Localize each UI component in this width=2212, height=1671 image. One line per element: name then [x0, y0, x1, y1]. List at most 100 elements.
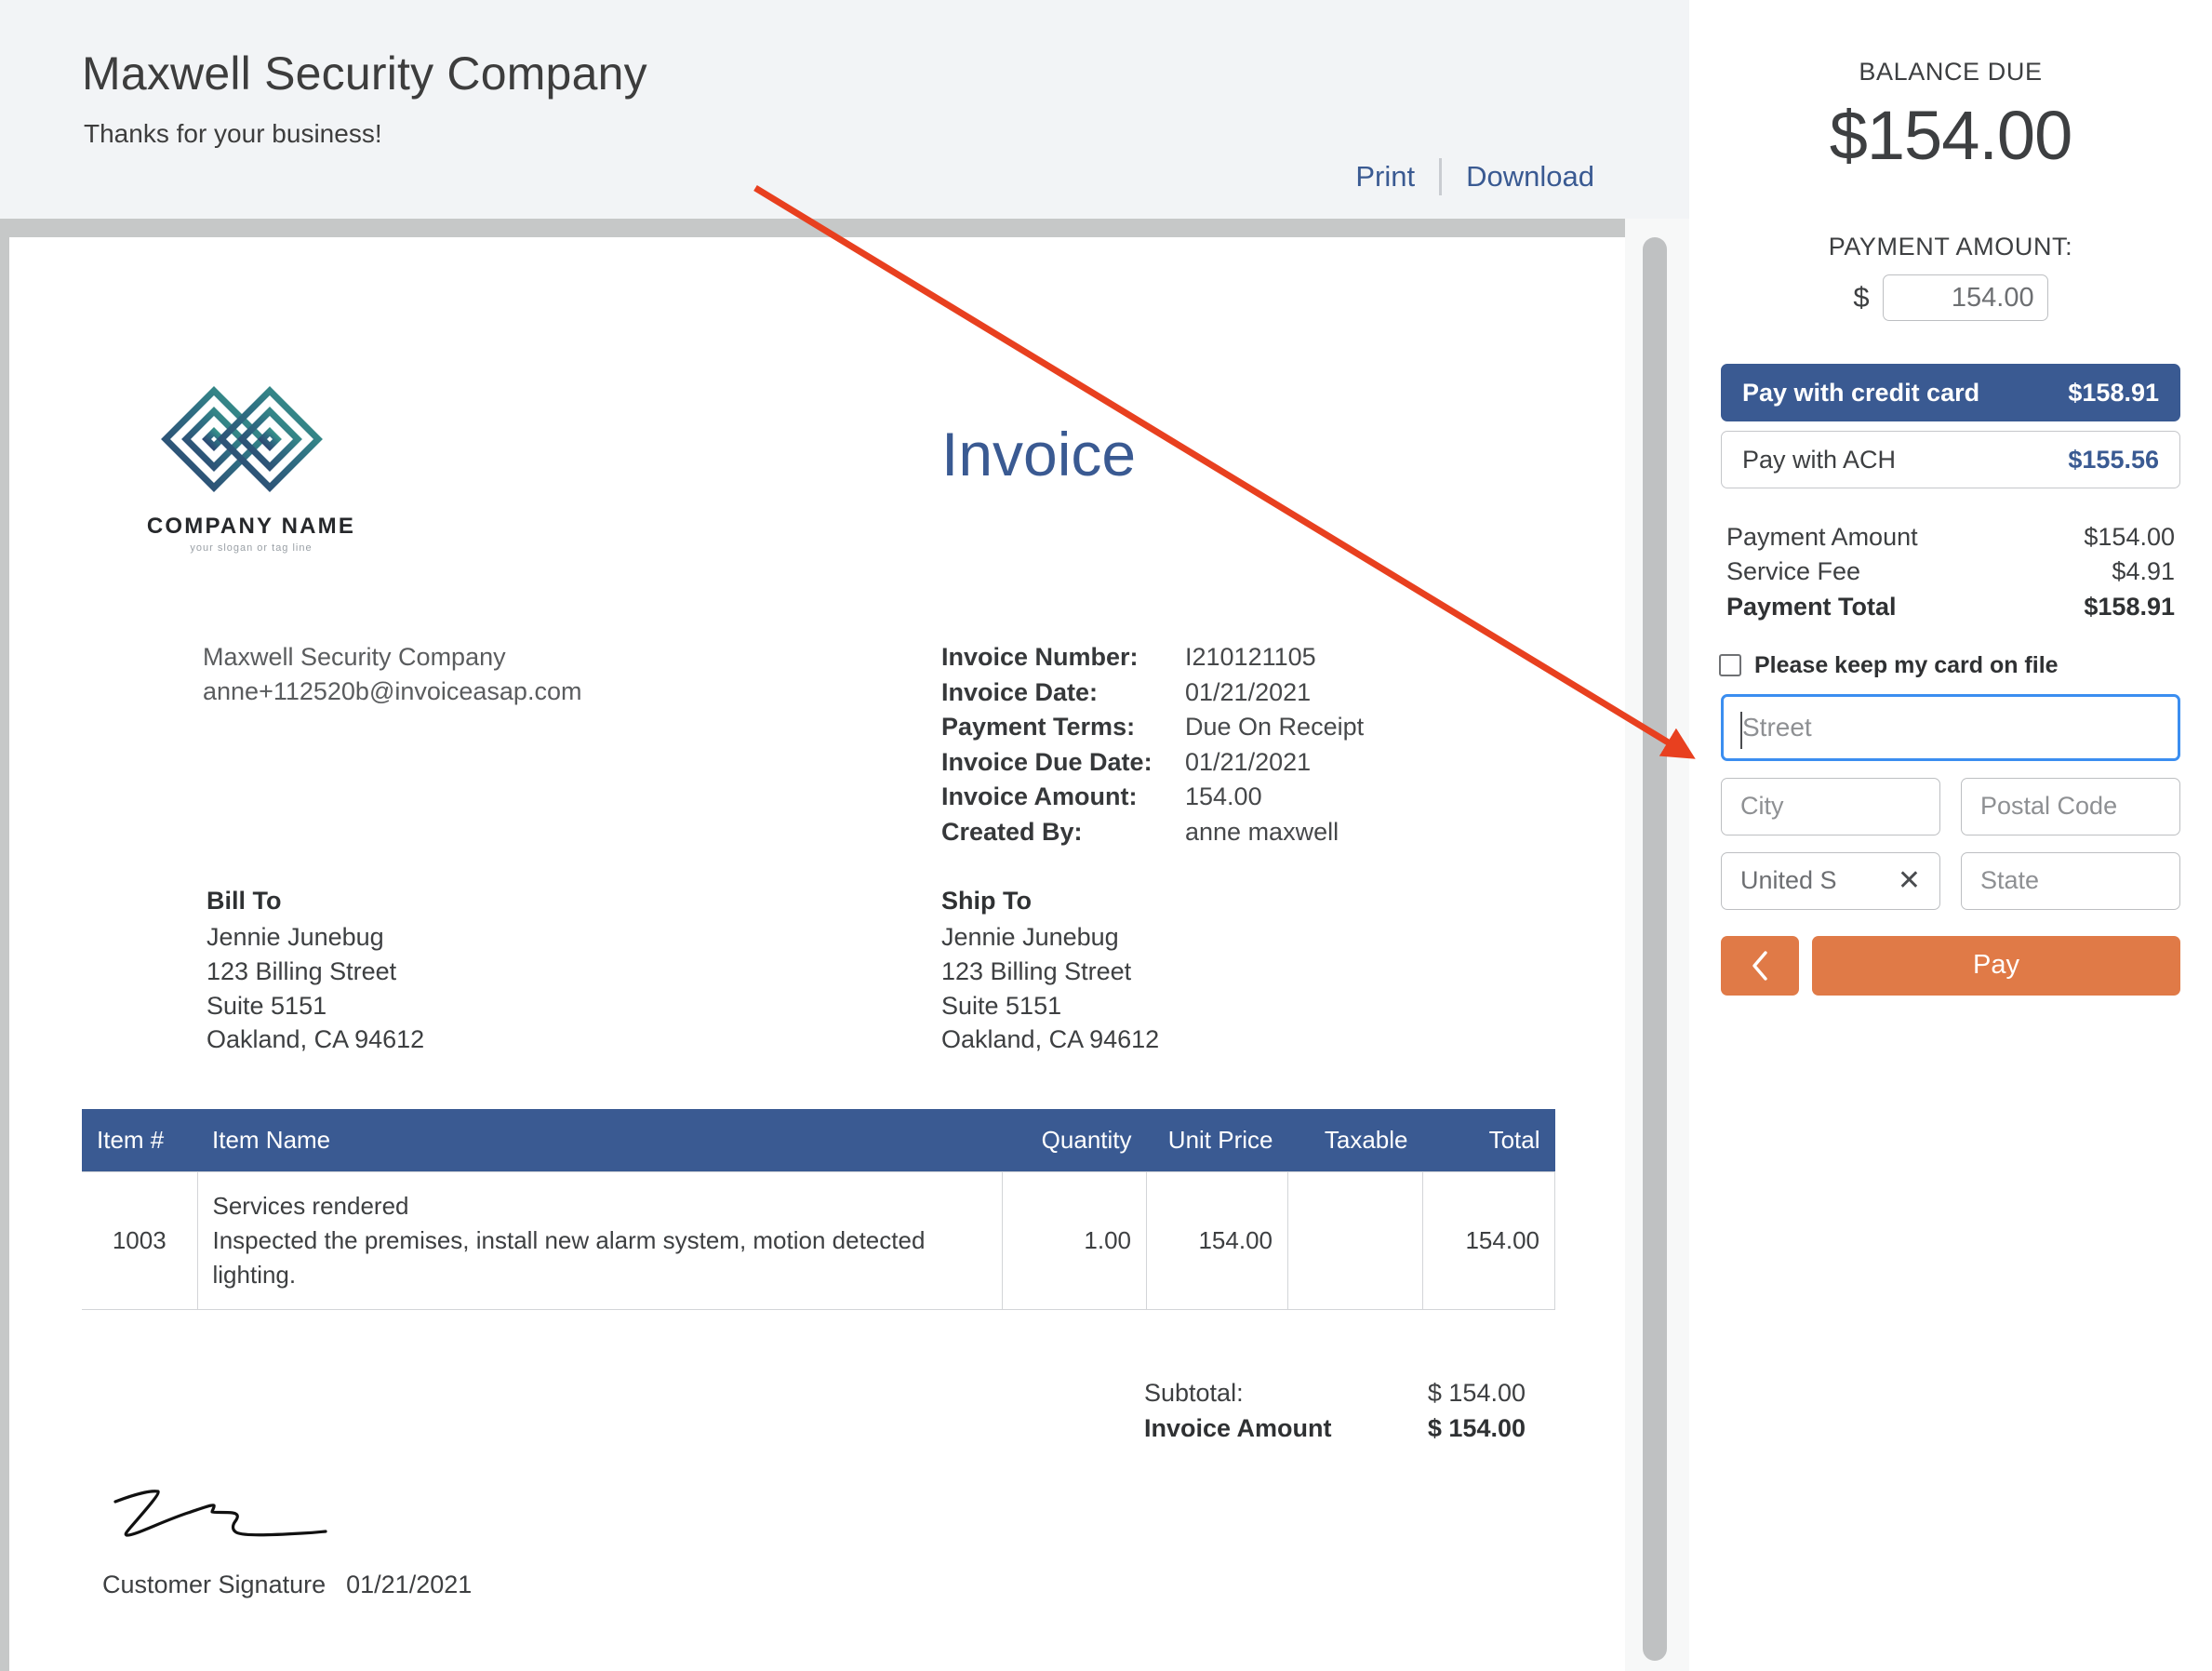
invoice-heading: Invoice: [941, 419, 1136, 489]
cell-quantity: 1.00: [1003, 1172, 1147, 1310]
bill-to-line: Oakland, CA 94612: [207, 1023, 424, 1057]
line-items-body: 1003 Services rendered Inspected the pre…: [82, 1172, 1555, 1310]
postal-code-placeholder: Postal Code: [1980, 792, 2117, 821]
payment-amount-input[interactable]: [1883, 274, 2048, 321]
ship-to-line: Jennie Junebug: [941, 920, 1159, 955]
close-icon[interactable]: ✕: [1888, 867, 1921, 895]
meta-value: 154.00: [1185, 780, 1262, 815]
ship-to-heading: Ship To: [941, 884, 1159, 918]
line-items-table: Item # Item Name Quantity Unit Price Tax…: [82, 1109, 1555, 1310]
pay-button[interactable]: Pay: [1812, 936, 2180, 996]
line-items-header: Item # Item Name Quantity Unit Price Tax…: [82, 1109, 1555, 1172]
viewer-actions: Print Download: [1355, 158, 1594, 195]
pay-button-label: Pay: [1973, 950, 2019, 981]
bill-to-line: 123 Billing Street: [207, 955, 424, 989]
signature-label: Customer Signature: [102, 1571, 326, 1599]
cell-taxable: [1288, 1172, 1423, 1310]
meta-value: I210121105: [1185, 640, 1316, 675]
signature-mark-icon: [102, 1489, 409, 1556]
fee-row-service-fee: Service Fee $4.91: [1726, 555, 2175, 589]
street-input[interactable]: Street: [1721, 694, 2180, 761]
meta-key: Created By:: [941, 815, 1185, 850]
signature-block: Customer Signature 01/21/2021: [102, 1489, 472, 1599]
table-row: 1003 Services rendered Inspected the pre…: [82, 1172, 1555, 1310]
totals-value: $ 154.00: [1367, 1410, 1526, 1446]
meta-row-invoice-number: Invoice Number: I210121105: [941, 640, 1364, 675]
fee-label: Service Fee: [1726, 555, 1860, 589]
fee-row-payment-total: Payment Total $158.91: [1726, 590, 2175, 624]
meta-value: anne maxwell: [1185, 815, 1339, 850]
currency-symbol: $: [1853, 281, 1869, 314]
col-header-item-no: Item #: [82, 1109, 197, 1172]
totals-value: $ 154.00: [1367, 1375, 1526, 1410]
cell-item-no: 1003: [82, 1172, 197, 1310]
back-button[interactable]: [1721, 936, 1799, 996]
fee-label: Payment Total: [1726, 590, 1897, 624]
balance-due-label: BALANCE DUE: [1689, 58, 2212, 87]
fee-label: Payment Amount: [1726, 520, 1918, 555]
city-input[interactable]: City: [1721, 778, 1940, 836]
street-placeholder: Street: [1742, 713, 1812, 742]
bill-to-heading: Bill To: [207, 884, 424, 918]
method-amount: $158.91: [2068, 379, 2159, 408]
meta-key: Invoice Due Date:: [941, 745, 1185, 781]
method-label: Pay with credit card: [1742, 379, 1979, 408]
print-button[interactable]: Print: [1355, 160, 1415, 194]
payment-panel: BALANCE DUE $154.00 PAYMENT AMOUNT: $ Pa…: [1689, 0, 2212, 1671]
logo-company-name: COMPANY NAME: [130, 514, 372, 540]
fee-breakdown: Payment Amount $154.00 Service Fee $4.91…: [1726, 520, 2175, 624]
ship-to-line: Oakland, CA 94612: [941, 1023, 1159, 1057]
meta-row-invoice-date: Invoice Date: 01/21/2021: [941, 675, 1364, 711]
chevron-left-icon: [1750, 950, 1770, 982]
bill-to-block: Bill To Jennie Junebug 123 Billing Stree…: [207, 884, 424, 1057]
pay-with-credit-card-button[interactable]: Pay with credit card $158.91: [1721, 364, 2180, 421]
fee-value: $154.00: [2084, 520, 2175, 555]
keep-card-checkbox[interactable]: [1719, 654, 1741, 676]
item-description-text: Inspected the premises, install new alar…: [213, 1223, 988, 1292]
download-button[interactable]: Download: [1466, 160, 1594, 194]
vendor-email: anne+112520b@invoiceasap.com: [203, 675, 581, 709]
country-select[interactable]: United S ✕: [1721, 852, 1940, 910]
city-placeholder: City: [1740, 792, 1784, 821]
payment-amount-label: PAYMENT AMOUNT:: [1689, 233, 2212, 261]
invoice-meta-block: Invoice Number: I210121105 Invoice Date:…: [941, 640, 1364, 849]
page-title: Maxwell Security Company: [82, 47, 647, 100]
meta-key: Invoice Date:: [941, 675, 1185, 711]
company-logo: COMPANY NAME your slogan or tag line: [130, 380, 372, 554]
ship-to-line: 123 Billing Street: [941, 955, 1159, 989]
meta-row-invoice-due-date: Invoice Due Date: 01/21/2021: [941, 745, 1364, 781]
method-amount: $155.56: [2068, 446, 2159, 475]
col-header-unit-price: Unit Price: [1147, 1109, 1288, 1172]
balance-due-amount: $154.00: [1689, 96, 2212, 175]
totals-row-invoice-amount: Invoice Amount $ 154.00: [1144, 1410, 1526, 1446]
fee-value: $4.91: [2112, 555, 2175, 589]
keep-card-on-file-row[interactable]: Please keep my card on file: [1719, 652, 2212, 679]
col-header-quantity: Quantity: [1003, 1109, 1147, 1172]
payment-amount-row: $: [1689, 274, 2212, 321]
meta-row-invoice-amount: Invoice Amount: 154.00: [941, 780, 1364, 815]
totals-row-subtotal: Subtotal: $ 154.00: [1144, 1375, 1526, 1410]
app-root: Maxwell Security Company Thanks for your…: [0, 0, 2212, 1671]
vendor-name: Maxwell Security Company: [203, 640, 581, 675]
meta-row-created-by: Created By: anne maxwell: [941, 815, 1364, 850]
meta-key: Invoice Number:: [941, 640, 1185, 675]
col-header-taxable: Taxable: [1288, 1109, 1423, 1172]
ship-to-block: Ship To Jennie Junebug 123 Billing Stree…: [941, 884, 1159, 1057]
meta-key: Payment Terms:: [941, 710, 1185, 745]
state-input[interactable]: State: [1961, 852, 2180, 910]
ship-to-line: Suite 5151: [941, 989, 1159, 1023]
meta-value: 01/21/2021: [1185, 675, 1311, 711]
totals-label: Invoice Amount: [1144, 1410, 1332, 1446]
fee-value: $158.91: [2084, 590, 2175, 624]
cell-item-name: Services rendered Inspected the premises…: [197, 1172, 1003, 1310]
state-placeholder: State: [1980, 866, 2039, 895]
meta-key: Invoice Amount:: [941, 780, 1185, 815]
totals-label: Subtotal:: [1144, 1375, 1244, 1410]
invoice-totals: Subtotal: $ 154.00 Invoice Amount $ 154.…: [1144, 1375, 1526, 1447]
signature-caption: Customer Signature 01/21/2021: [102, 1571, 472, 1599]
pay-with-ach-button[interactable]: Pay with ACH $155.56: [1721, 431, 2180, 488]
document-scrollbar-thumb[interactable]: [1643, 237, 1667, 1661]
method-label: Pay with ACH: [1742, 446, 1896, 475]
postal-code-input[interactable]: Postal Code: [1961, 778, 2180, 836]
action-divider: [1439, 158, 1442, 195]
